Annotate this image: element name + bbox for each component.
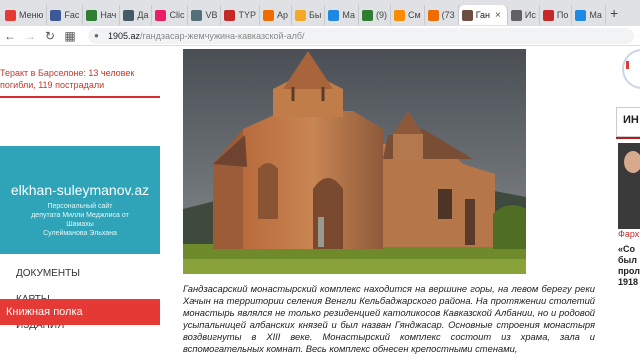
site-logo[interactable] bbox=[622, 49, 640, 89]
tab-label: (73 bbox=[441, 10, 455, 20]
article-caption: Гандзасарский монастырский комплекс нахо… bbox=[183, 283, 595, 354]
logo-mark bbox=[626, 61, 629, 69]
news-line: погибли, 119 пострадали bbox=[0, 80, 105, 90]
new-tab-button[interactable]: + bbox=[606, 5, 622, 21]
desc-line: Персональный сайт bbox=[47, 203, 113, 210]
browser-tab[interactable]: (9) bbox=[359, 5, 391, 25]
browser-tab[interactable]: Ар bbox=[260, 5, 292, 25]
site-name: elkhan-suleymanov.az bbox=[10, 182, 150, 198]
tab-favicon-icon bbox=[393, 9, 405, 21]
text-line: «Со bbox=[618, 244, 636, 254]
person-photo[interactable] bbox=[618, 143, 640, 229]
divider bbox=[0, 96, 160, 98]
browser-tab[interactable]: VB bbox=[188, 5, 222, 25]
monastery-photo bbox=[183, 49, 526, 274]
tab-label: По bbox=[556, 10, 569, 20]
address-bar[interactable]: ● 1905.az /гандзасар-жемчужина-кавказско… bbox=[88, 27, 634, 44]
tab-favicon-icon bbox=[427, 9, 439, 21]
text-line: был bbox=[618, 255, 637, 265]
desc-line: Шамахы bbox=[66, 221, 94, 228]
browser-tab[interactable]: Fac bbox=[47, 5, 84, 25]
browser-tab[interactable]: Ма bbox=[572, 5, 606, 25]
browser-tab[interactable]: TYP bbox=[221, 5, 260, 25]
tab-favicon-icon bbox=[295, 9, 306, 21]
tab-favicon-icon bbox=[262, 9, 274, 21]
tab-label: Clic bbox=[169, 10, 185, 20]
tab-favicon-icon bbox=[224, 9, 236, 21]
text-line: прол bbox=[618, 266, 640, 276]
tab-label: Ган bbox=[475, 10, 491, 20]
tab-favicon-icon bbox=[510, 9, 522, 21]
tab-label: Да bbox=[137, 10, 149, 20]
desc-line: депутата Милли Меджлиса от bbox=[31, 212, 129, 219]
browser-tab[interactable]: Ис bbox=[508, 5, 540, 25]
browser-tab[interactable]: Нач bbox=[83, 5, 121, 25]
text-line: 1918 bbox=[618, 277, 639, 287]
right-sidebar: ИН Фарх «Со был прол 1918 bbox=[612, 47, 640, 360]
tab-label: Ар bbox=[276, 10, 288, 20]
news-item[interactable]: Теракт в Барселоне: 13 человек погибли, … bbox=[0, 47, 160, 91]
reload-icon[interactable]: ↻ bbox=[40, 29, 60, 43]
divider bbox=[616, 137, 640, 139]
tab-favicon-icon bbox=[328, 9, 340, 21]
browser-tab[interactable]: (73 bbox=[425, 5, 459, 25]
url-path: /гандзасар-жемчужина-кавказской-алб/ bbox=[140, 30, 305, 41]
tab-label: (9) bbox=[375, 10, 387, 20]
tab-favicon-icon bbox=[361, 9, 373, 21]
browser-tab[interactable]: См bbox=[391, 5, 425, 25]
back-icon[interactable]: ← bbox=[0, 29, 20, 43]
tab-favicon-icon bbox=[575, 9, 587, 21]
tab-label: Ма bbox=[589, 10, 602, 20]
tab-favicon-icon bbox=[461, 9, 473, 21]
news-line: Теракт в Барселоне: 13 человек bbox=[0, 68, 135, 78]
tab-favicon-icon bbox=[86, 9, 98, 21]
site-banner[interactable]: elkhan-suleymanov.az Персональный сайт д… bbox=[0, 146, 160, 254]
browser-tab[interactable]: Ма bbox=[325, 5, 359, 25]
web-page: Теракт в Барселоне: 13 человек погибли, … bbox=[0, 47, 640, 360]
lock-icon: ● bbox=[94, 31, 99, 40]
browser-tab[interactable]: Меню bbox=[2, 5, 48, 25]
tab-label: Ис bbox=[524, 10, 536, 20]
menu-item-documents[interactable]: ДОКУМЕНТЫ bbox=[16, 261, 80, 287]
browser-tab[interactable]: По bbox=[540, 5, 573, 25]
tab-label: Бы bbox=[309, 10, 322, 20]
browser-tab[interactable]: Да bbox=[120, 5, 153, 25]
browser-tab[interactable]: Бы bbox=[292, 5, 326, 25]
tab-favicon-icon bbox=[191, 9, 203, 21]
tab-favicon-icon bbox=[542, 9, 554, 21]
left-sidebar: Теракт в Барселоне: 13 человек погибли, … bbox=[0, 47, 160, 360]
browser-tab-bar: Меню Fac Нач Да Clic VB TYP Ар Бы Ма (9) См (73 Ган × И… bbox=[0, 0, 640, 26]
browser-tab[interactable]: Clic bbox=[152, 5, 189, 25]
tab-label: Fac bbox=[64, 10, 80, 20]
tab-favicon-icon bbox=[123, 9, 135, 21]
close-tab-icon[interactable]: × bbox=[495, 10, 501, 21]
person-name[interactable]: Фарх bbox=[618, 229, 639, 239]
forward-icon[interactable]: → bbox=[20, 29, 40, 43]
tab-label: Нач bbox=[100, 10, 117, 20]
tab-label: VB bbox=[205, 10, 218, 20]
browser-toolbar: ← → ↻ ▦ ● 1905.az /гандзасар-жемчужина-к… bbox=[0, 26, 640, 46]
interview-box[interactable]: ИН bbox=[616, 107, 640, 137]
url-domain: 1905.az bbox=[108, 30, 141, 41]
desc-line: Сулейманова Эльхана bbox=[43, 230, 117, 237]
tab-label: Меню bbox=[19, 10, 44, 20]
tab-label: TYP bbox=[238, 10, 256, 20]
tab-favicon-icon bbox=[5, 9, 16, 21]
tab-label: См bbox=[407, 10, 421, 20]
grid-icon[interactable]: ▦ bbox=[60, 29, 80, 43]
site-description: Персональный сайт депутата Милли Меджлис… bbox=[0, 202, 160, 238]
tab-label: Ма bbox=[342, 10, 355, 20]
tab-favicon-icon bbox=[50, 9, 62, 21]
interview-text: «Со был прол 1918 bbox=[618, 244, 640, 288]
book-shelf-header[interactable]: Книжная полка bbox=[0, 299, 160, 325]
tab-favicon-icon bbox=[155, 9, 167, 21]
browser-tab[interactable]: Ган × bbox=[458, 5, 508, 25]
